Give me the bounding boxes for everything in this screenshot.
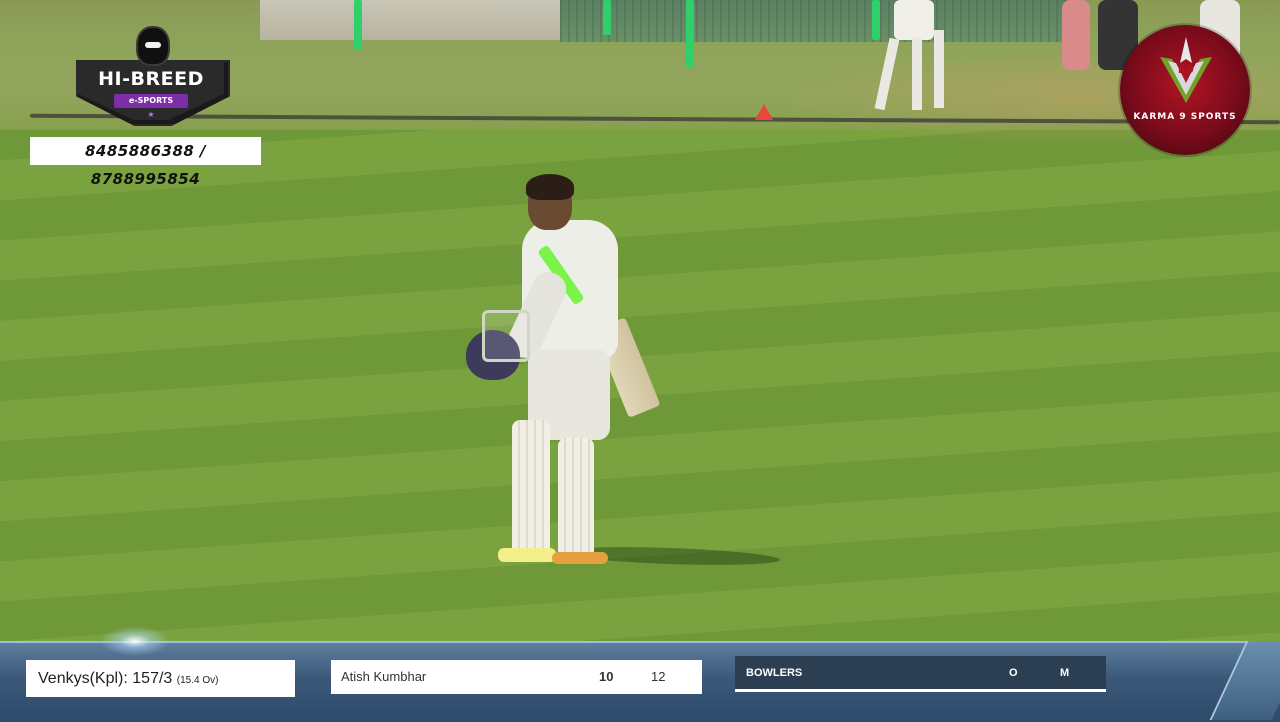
star-icon: ★ (147, 110, 155, 119)
boundary-marker-cone (755, 104, 773, 120)
net-pole (354, 0, 362, 50)
karma-9-sports-logo: K9 KARMA 9 SPORTS (1120, 25, 1250, 155)
overs-column-header: O (1009, 667, 1018, 679)
arrowhead-icon: K9 (1160, 37, 1212, 103)
maidens-column-header: M (1060, 667, 1070, 679)
sponsor-tagline: e-SPORTS (114, 94, 188, 108)
lens-flare (100, 626, 170, 656)
fielder (874, 0, 966, 118)
hi-breed-logo: HI-BREED e-SPORTS ★ (76, 26, 230, 134)
sponsor-name: HI-BREED (98, 68, 204, 90)
pavilion-wall (260, 0, 560, 40)
overs: (15.4 Ov) (176, 675, 219, 686)
gorilla-icon (136, 26, 170, 66)
net-pole (686, 0, 694, 68)
sponsor-right-name: KARMA 9 SPORTS (1133, 112, 1237, 122)
batsman-balls: 12 (651, 669, 666, 684)
boundary-net (560, 0, 1080, 42)
batsman-name: Atish Kumbhar (341, 669, 427, 684)
logo-monogram: K9 (1178, 63, 1194, 76)
team-score: 157/3 (132, 670, 173, 687)
team-name: Venkys(Kpl): (38, 670, 128, 687)
team-score-panel: Venkys(Kpl): 157/3 (15.4 Ov) (26, 660, 295, 697)
batsman (460, 170, 680, 570)
bowlers-panel: BOWLERS O M (735, 656, 1106, 692)
batsman-runs: 10 (599, 669, 614, 684)
sponsor-phone: 8485886388 / 8788995854 (30, 137, 261, 188)
net-pole (603, 0, 611, 35)
batsman-panel: Atish Kumbhar 10 12 (331, 660, 702, 694)
bowlers-label: BOWLERS (746, 667, 803, 679)
